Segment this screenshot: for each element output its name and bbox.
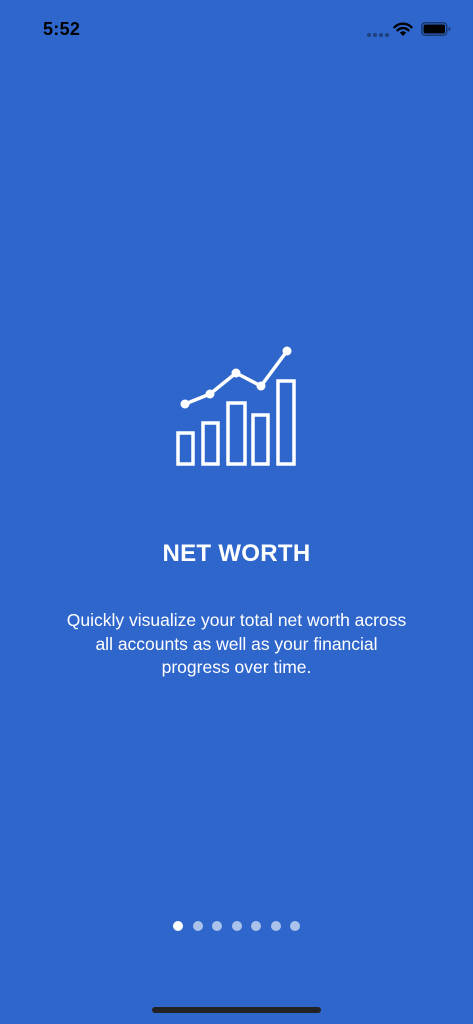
page-dot-1[interactable] bbox=[173, 921, 183, 931]
battery-icon bbox=[421, 22, 451, 36]
page-dot-5[interactable] bbox=[251, 921, 261, 931]
page-dot-6[interactable] bbox=[270, 921, 281, 931]
home-indicator[interactable] bbox=[152, 1007, 321, 1013]
onboarding-description: Quickly visualize your total net worth a… bbox=[66, 610, 407, 677]
page-dot-7[interactable] bbox=[290, 921, 300, 931]
net-worth-chart-icon bbox=[176, 346, 296, 466]
page-dot-3[interactable] bbox=[212, 921, 222, 931]
page-dot-2[interactable] bbox=[192, 921, 203, 931]
page-indicator[interactable] bbox=[0, 921, 473, 931]
onboarding-title: NET WORTH bbox=[162, 540, 311, 567]
signal-dots-icon bbox=[367, 33, 389, 37]
status-time: 5:52 bbox=[43, 19, 81, 39]
wifi-icon bbox=[393, 22, 413, 36]
page-dot-4[interactable] bbox=[231, 921, 242, 931]
status-bar: 5:52 bbox=[0, 0, 473, 60]
